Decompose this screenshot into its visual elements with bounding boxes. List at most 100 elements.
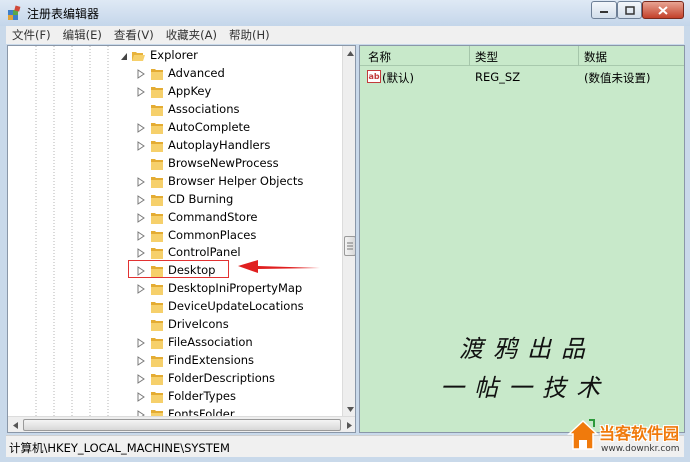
tree-vertical-scrollbar[interactable]	[342, 46, 355, 416]
tree-node[interactable]: AppKey	[8, 83, 342, 101]
maximize-button[interactable]	[617, 1, 642, 19]
desktop-highlight-box	[128, 260, 229, 278]
tree-node-label: CD Burning	[168, 191, 234, 206]
folder-icon	[151, 194, 163, 206]
tree-node-label: Browser Helper Objects	[168, 173, 304, 188]
tree-node-label: DesktopIniPropertyMap	[168, 281, 303, 296]
expand-arrow-icon[interactable]	[137, 194, 145, 205]
tree-node[interactable]: DesktopIniPropertyMap	[8, 280, 342, 298]
column-header-data[interactable]: 数据	[584, 49, 607, 65]
window-title: 注册表编辑器	[27, 7, 100, 21]
column-header-type[interactable]: 类型	[475, 49, 498, 65]
tree-horizontal-scrollbar[interactable]	[8, 416, 355, 432]
expand-arrow-icon[interactable]	[137, 122, 145, 133]
value-type: REG_SZ	[475, 70, 521, 84]
tree-node[interactable]: FileAssociation	[8, 334, 342, 352]
folder-icon	[151, 284, 163, 296]
expand-arrow-icon[interactable]	[137, 176, 145, 187]
scroll-up-button[interactable]	[343, 46, 355, 60]
list-header: 名称 类型 数据	[360, 46, 684, 66]
string-value-icon: ab	[367, 70, 381, 83]
folder-icon	[151, 158, 163, 170]
expand-arrow-icon[interactable]	[137, 140, 145, 151]
maximize-icon	[624, 5, 635, 15]
scroll-left-icon	[12, 421, 18, 429]
values-list[interactable]: 名称 类型 数据 ab (默认) REG_SZ (数值未设置) 渡鸦出品 一帖一…	[359, 45, 685, 433]
folder-icon	[151, 356, 163, 368]
site-logo: 当客软件园 www.downkr.com	[565, 418, 690, 462]
expand-arrow-icon[interactable]	[137, 338, 145, 349]
menu-file[interactable]: 文件(F)	[6, 26, 57, 44]
tree-node[interactable]: CommandStore	[8, 209, 342, 227]
tree-node[interactable]: FolderTypes	[8, 388, 342, 406]
tree-node[interactable]: Advanced	[8, 65, 342, 83]
expand-arrow-icon[interactable]	[137, 392, 145, 402]
menu-help[interactable]: 帮助(H)	[223, 26, 276, 44]
tree-node-label: Advanced	[168, 65, 225, 80]
folder-icon	[151, 86, 163, 98]
status-path: 计算机\HKEY_LOCAL_MACHINE\SYSTEM	[9, 441, 230, 455]
expand-arrow-icon[interactable]	[137, 69, 145, 79]
watermark-line-2: 一帖一技术	[440, 374, 610, 402]
menu-view[interactable]: 查看(V)	[108, 26, 160, 44]
minimize-button[interactable]	[591, 1, 617, 19]
tree-node-label: AutoComplete	[168, 119, 251, 134]
menu-edit[interactable]: 编辑(E)	[57, 26, 108, 44]
tree-node-label: BrowseNewProcess	[168, 155, 279, 170]
collapse-arrow-icon[interactable]	[120, 51, 128, 61]
tree-node-label: Associations	[168, 101, 240, 116]
tree-node-label: CommandStore	[168, 209, 258, 224]
tree-node[interactable]: Associations	[8, 101, 342, 119]
grip-icon	[347, 242, 353, 250]
tree-node[interactable]: CommonPlaces	[8, 227, 342, 245]
tree-node[interactable]: DeviceUpdateLocations	[8, 298, 342, 316]
folder-icon	[151, 230, 163, 242]
expand-arrow-icon[interactable]	[137, 356, 145, 367]
tree-node-label: ControlPanel	[168, 245, 241, 260]
value-row[interactable]: ab (默认) REG_SZ (数值未设置)	[360, 68, 684, 86]
scroll-right-icon	[346, 421, 352, 429]
scroll-down-button[interactable]	[343, 402, 355, 416]
scroll-right-button[interactable]	[342, 418, 355, 432]
expand-arrow-icon[interactable]	[137, 230, 145, 241]
tree-node-label: DeviceUpdateLocations	[168, 299, 304, 314]
column-header-name[interactable]: 名称	[368, 49, 391, 65]
expand-arrow-icon[interactable]	[137, 86, 145, 97]
tree-node[interactable]: AutoComplete	[8, 119, 342, 137]
tree-node[interactable]: CD Burning	[8, 191, 342, 209]
site-logo-url: www.downkr.com	[601, 444, 680, 454]
tree-node-explorer[interactable]: Explorer	[8, 47, 342, 65]
column-divider[interactable]	[578, 46, 579, 66]
tree-node-label: FindExtensions	[168, 353, 255, 368]
tree-node[interactable]: AutoplayHandlers	[8, 137, 342, 155]
expand-arrow-icon[interactable]	[137, 284, 145, 295]
value-data: (数值未设置)	[584, 71, 651, 85]
red-arrow-icon	[238, 260, 320, 273]
folder-icon	[151, 374, 163, 386]
folder-icon	[151, 122, 163, 134]
column-divider[interactable]	[469, 46, 470, 66]
watermark-line-1: 渡鸦出品	[459, 335, 595, 363]
vertical-scroll-thumb[interactable]	[344, 236, 355, 256]
menu-favorites[interactable]: 收藏夹(A)	[160, 26, 223, 44]
tree-node[interactable]: Browser Helper Objects	[8, 173, 342, 191]
open-folder-icon	[132, 52, 145, 61]
tree-node-label: DriveIcons	[168, 317, 229, 332]
close-button[interactable]	[642, 1, 684, 19]
tree-node[interactable]: DriveIcons	[8, 316, 342, 334]
scroll-left-button[interactable]	[8, 418, 22, 432]
scroll-down-icon	[346, 406, 354, 412]
site-logo-name: 当客软件园	[599, 424, 680, 443]
value-name: (默认)	[382, 71, 414, 85]
tree-node[interactable]: FolderDescriptions	[8, 370, 342, 388]
tree-node[interactable]: FindExtensions	[8, 352, 342, 370]
tree-node[interactable]: BrowseNewProcess	[8, 155, 342, 173]
registry-tree[interactable]: Explorer Advanced AppKey Associations AutoC…	[7, 45, 356, 433]
title-bar: 注册表编辑器	[0, 0, 690, 26]
horizontal-scroll-thumb[interactable]	[23, 419, 341, 431]
expand-arrow-icon[interactable]	[137, 248, 145, 259]
expand-arrow-icon[interactable]	[137, 212, 145, 223]
folder-icon	[151, 338, 163, 350]
expand-arrow-icon[interactable]	[137, 374, 145, 385]
tree-node-label: CommonPlaces	[168, 227, 257, 242]
